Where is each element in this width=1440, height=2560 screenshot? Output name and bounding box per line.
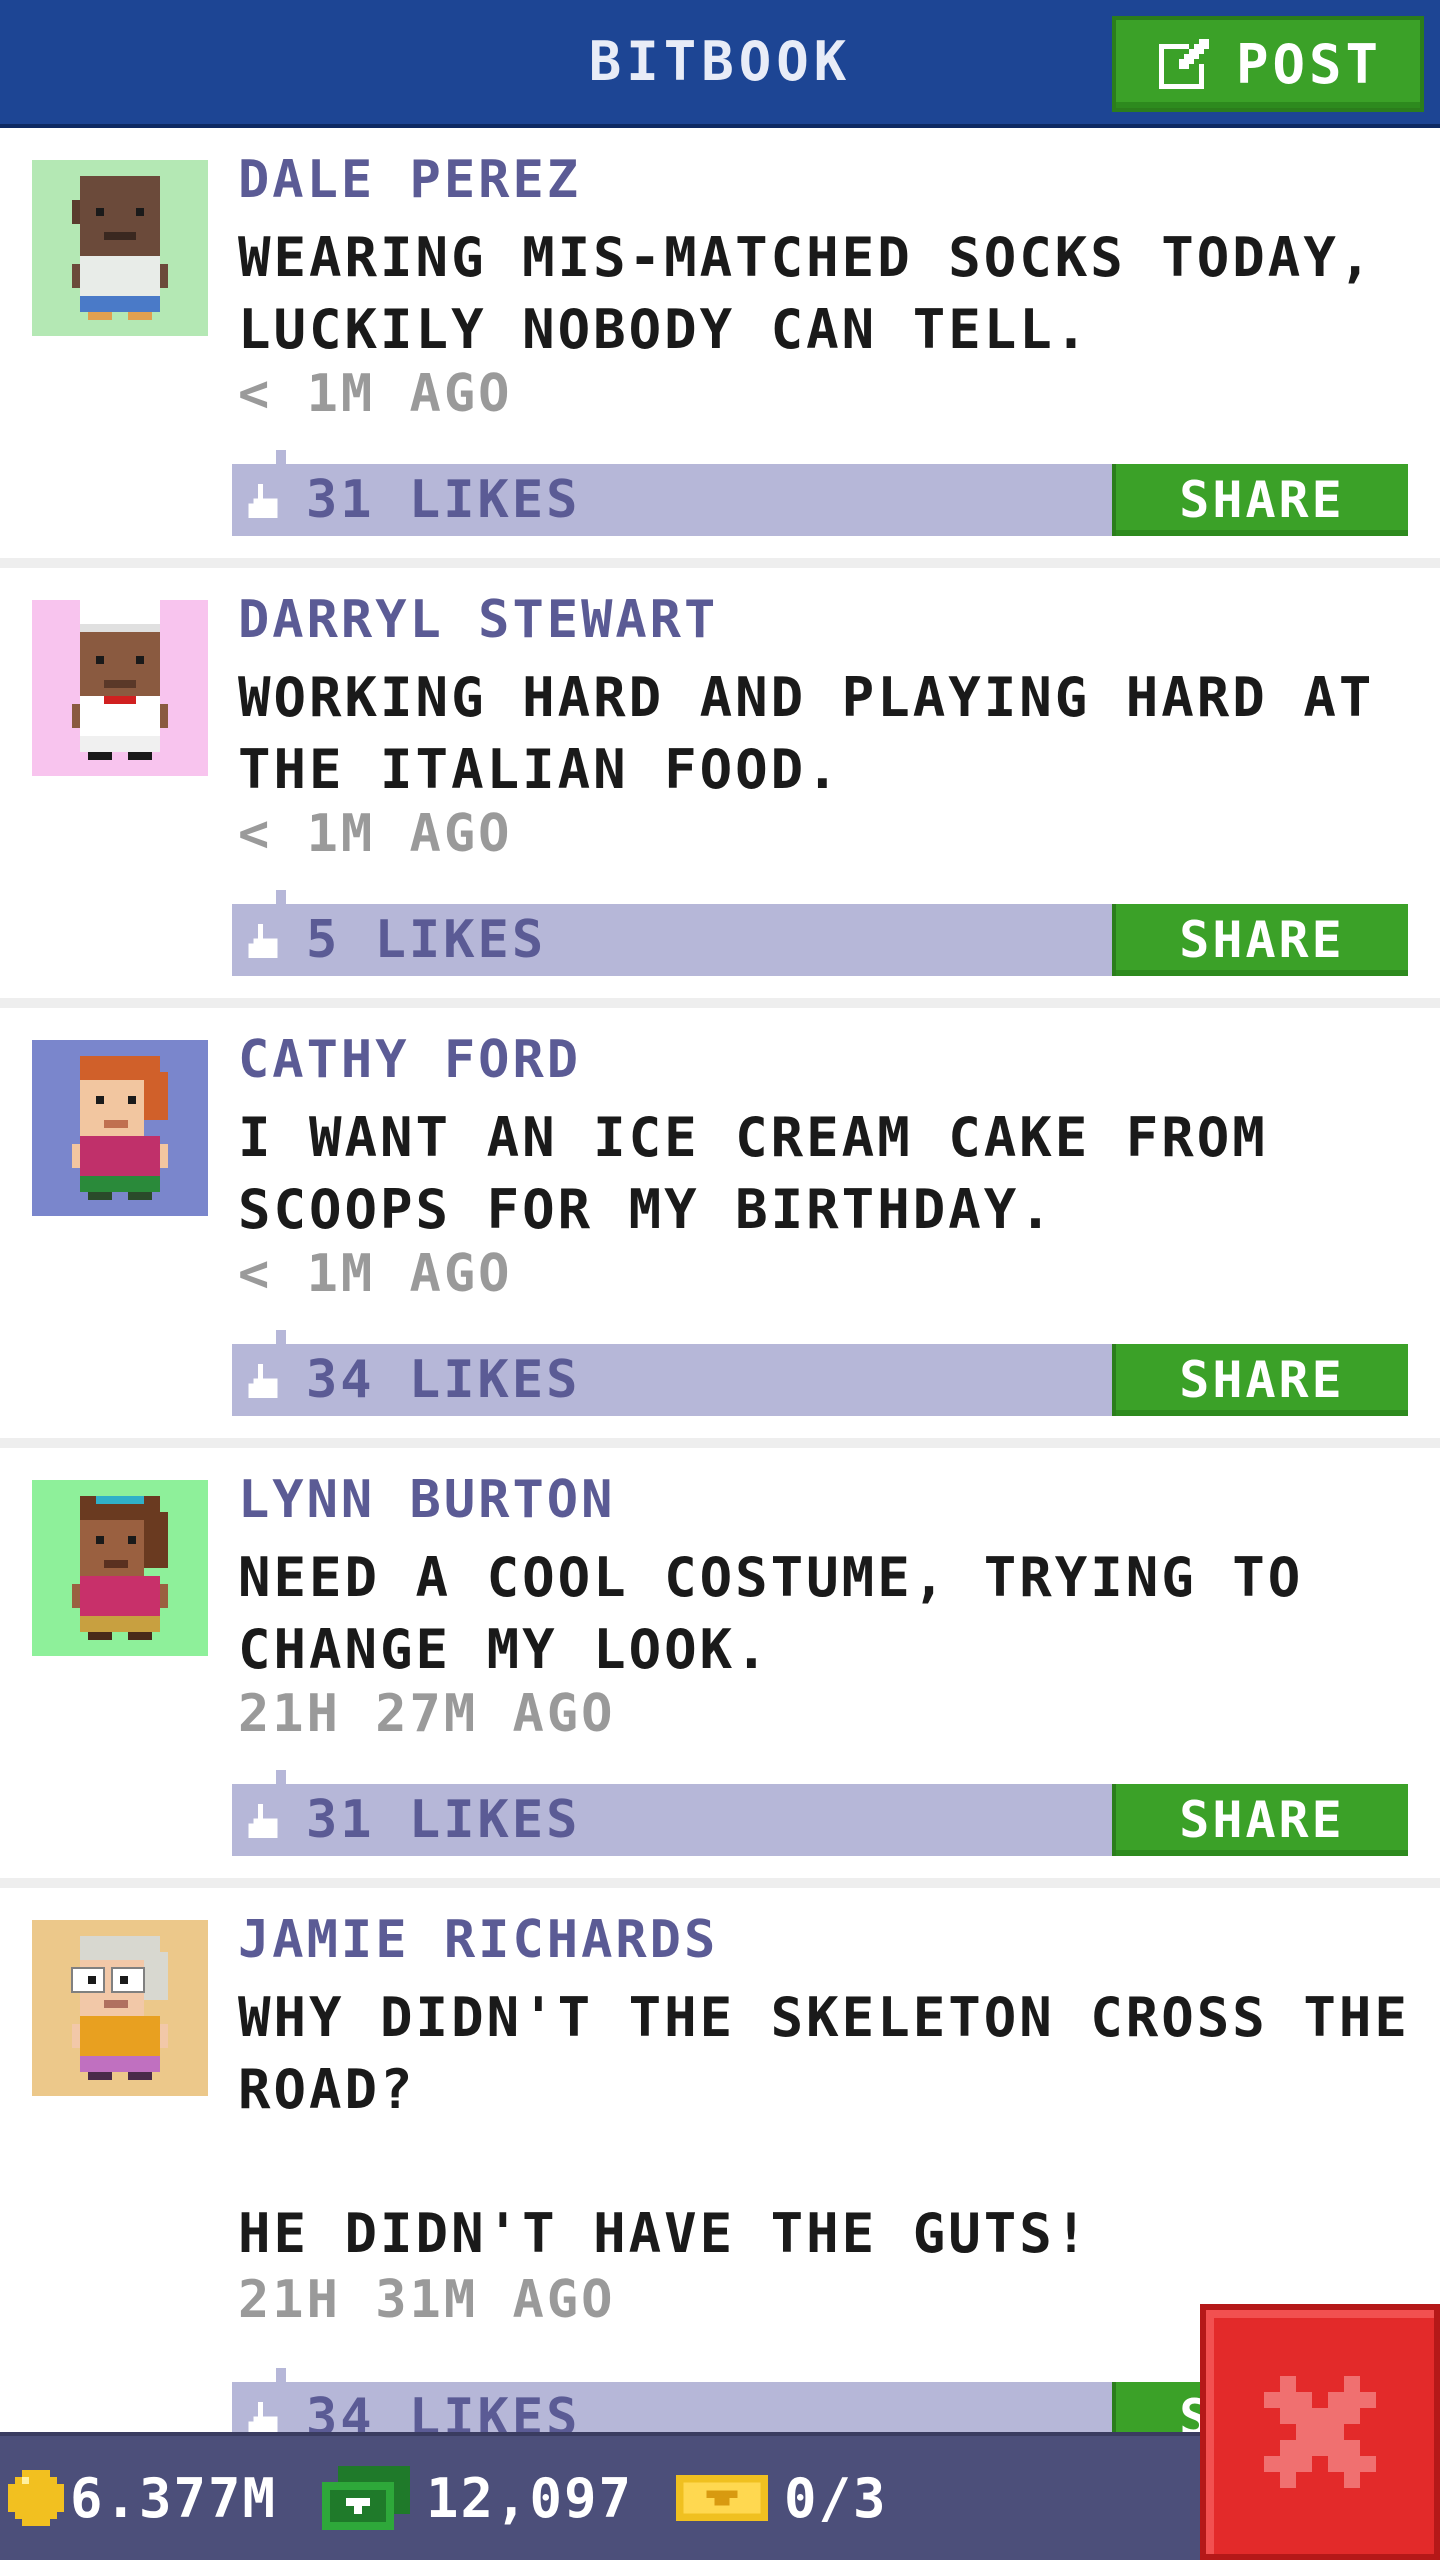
- post-message: WHY DIDN'T THE SKELETON CROSS THE ROAD? …: [238, 1986, 1410, 2265]
- avatar[interactable]: [32, 1040, 208, 1216]
- feed-post: DARRYL STEWART WORKING HARD AND PLAYING …: [0, 568, 1440, 1008]
- feed-list[interactable]: DALE PEREZ WEARING MIS-MATCHED SOCKS TOD…: [0, 128, 1440, 2488]
- tickets-value: 0/3: [784, 2466, 888, 2530]
- author-name: CATHY FORD: [238, 1030, 582, 1090]
- author-name: DARRYL STEWART: [238, 590, 719, 650]
- bux-stat: 12,097: [322, 2436, 633, 2560]
- share-button[interactable]: SHARE: [1112, 904, 1408, 976]
- thumbs-up-icon: [248, 2402, 278, 2436]
- likes-count: 31 LIKES: [306, 1790, 581, 1850]
- likes-count: 34 LIKES: [306, 1350, 581, 1410]
- likes-bar: 5 LIKES SHARE: [232, 890, 1408, 976]
- avatar[interactable]: [32, 1920, 208, 2096]
- likes-bar: 31 LIKES SHARE: [232, 450, 1408, 536]
- author-name: JAMIE RICHARDS: [238, 1910, 719, 1970]
- header-bar: BITBOOK POST: [0, 0, 1440, 128]
- likes-count: 31 LIKES: [306, 470, 581, 530]
- edit-icon: [1158, 39, 1209, 89]
- close-icon: [1264, 2376, 1376, 2488]
- author-name: DALE PEREZ: [238, 150, 582, 210]
- post-message: WORKING HARD AND PLAYING HARD AT THE ITA…: [238, 666, 1375, 801]
- thumbs-up-icon: [248, 924, 278, 958]
- likes-count: 5 LIKES: [306, 910, 547, 970]
- feed-post: LYNN BURTON NEED A COOL COSTUME, TRYING …: [0, 1448, 1440, 1888]
- thumbs-up-icon: [248, 1804, 278, 1838]
- bux-value: 12,097: [426, 2466, 634, 2530]
- post-time: < 1M AGO: [238, 1244, 513, 1304]
- thumbs-up-icon: [248, 1364, 278, 1398]
- avatar[interactable]: [32, 160, 208, 336]
- post-time: 21H 27M AGO: [238, 1684, 616, 1744]
- bitbook-screen: BITBOOK POST DALE PEREZ WEARING MIS-MATC…: [0, 0, 1440, 2560]
- post-time: < 1M AGO: [238, 364, 513, 424]
- post-time: < 1M AGO: [238, 804, 513, 864]
- post-button-label: POST: [1235, 32, 1383, 96]
- likes-bar: 34 LIKES SHARE: [232, 1330, 1408, 1416]
- likes-bar: 31 LIKES SHARE: [232, 1770, 1408, 1856]
- feed-post: DALE PEREZ WEARING MIS-MATCHED SOCKS TOD…: [0, 128, 1440, 568]
- bux-icon: [322, 2466, 410, 2530]
- coins-stat: 6.377M: [8, 2436, 277, 2560]
- ticket-icon: [676, 2475, 768, 2521]
- share-button[interactable]: SHARE: [1112, 1784, 1408, 1856]
- close-button[interactable]: [1200, 2304, 1440, 2560]
- share-button[interactable]: SHARE: [1112, 464, 1408, 536]
- feed-post: CATHY FORD I WANT AN ICE CREAM CAKE FROM…: [0, 1008, 1440, 1448]
- coin-icon: [8, 2470, 64, 2526]
- author-name: LYNN BURTON: [238, 1470, 616, 1530]
- share-button[interactable]: SHARE: [1112, 1344, 1408, 1416]
- post-message: I WANT AN ICE CREAM CAKE FROM SCOOPS FOR…: [238, 1106, 1268, 1241]
- thumbs-up-icon: [248, 484, 278, 518]
- post-button[interactable]: POST: [1112, 16, 1424, 112]
- coins-value: 6.377M: [70, 2466, 278, 2530]
- post-message: WEARING MIS-MATCHED SOCKS TODAY, LUCKILY…: [238, 226, 1375, 361]
- tickets-stat: 0/3: [676, 2436, 888, 2560]
- post-time: 21H 31M AGO: [238, 2270, 616, 2330]
- avatar[interactable]: [32, 1480, 208, 1656]
- avatar[interactable]: [32, 600, 208, 776]
- post-message: NEED A COOL COSTUME, TRYING TO CHANGE MY…: [238, 1546, 1304, 1681]
